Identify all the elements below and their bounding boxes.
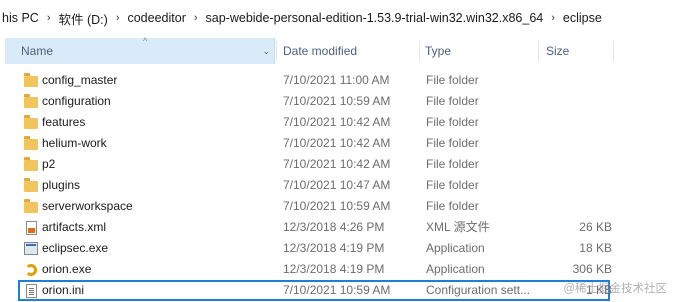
file-row[interactable]: configuration 7/10/2021 10:59 AM File fold… — [0, 91, 673, 112]
column-header-name[interactable]: ^ Name ⌄ — [5, 36, 275, 64]
file-type: File folder — [426, 157, 479, 171]
column-header-row: ^ Name ⌄ Date modified Type Size — [0, 36, 673, 64]
breadcrumb-separator-icon[interactable]: › — [41, 12, 57, 24]
file-size — [540, 196, 612, 217]
file-size — [540, 154, 612, 175]
folder-icon — [24, 115, 38, 129]
file-date-modified: 7/10/2021 10:42 AM — [283, 157, 391, 171]
file-row[interactable]: helium-work 7/10/2021 10:42 AM File folder — [0, 133, 673, 154]
file-type: File folder — [426, 178, 479, 192]
file-size: 18 KB — [579, 241, 612, 255]
selection-highlight-box — [18, 280, 610, 301]
column-header-date[interactable]: Date modified — [283, 38, 357, 64]
column-header-type-label: Type — [425, 44, 452, 58]
folder-icon — [24, 178, 38, 192]
file-name: orion.exe — [42, 262, 92, 276]
file-icon-cell — [22, 175, 40, 196]
file-type: File folder — [426, 136, 479, 150]
file-size: 306 KB — [572, 262, 612, 276]
file-size — [540, 175, 612, 196]
file-date-modified: 7/10/2021 10:42 AM — [283, 115, 391, 129]
file-name: helium-work — [42, 136, 107, 150]
breadcrumb-item[interactable]: 软件 (D:) — [57, 9, 110, 28]
file-name: config_master — [42, 73, 118, 87]
file-name: artifacts.xml — [42, 220, 107, 234]
file-name: plugins — [42, 178, 81, 192]
file-name: features — [42, 115, 86, 129]
column-header-size-label: Size — [546, 44, 570, 58]
column-divider[interactable] — [419, 41, 420, 61]
breadcrumb-item[interactable]: sap-webide-personal-edition-1.53.9-trial… — [204, 11, 546, 25]
folder-icon — [24, 73, 38, 87]
file-name: p2 — [42, 157, 56, 171]
file-type: File folder — [426, 115, 479, 129]
file-date-modified: 7/10/2021 10:47 AM — [283, 178, 391, 192]
column-header-name-label: Name — [21, 44, 54, 58]
file-size — [540, 91, 612, 112]
breadcrumb-item[interactable]: his PC — [0, 11, 41, 25]
sort-ascending-icon: ^ — [143, 36, 148, 46]
file-name: eclipsec.exe — [42, 241, 109, 255]
column-divider[interactable] — [538, 41, 539, 61]
file-type: File folder — [426, 73, 479, 87]
column-header-date-label: Date modified — [283, 44, 358, 58]
file-date-modified: 12/3/2018 4:26 PM — [283, 220, 385, 234]
file-size: 26 KB — [579, 220, 612, 234]
file-icon-cell — [22, 196, 40, 217]
file-date-modified: 7/10/2021 11:00 AM — [283, 73, 390, 87]
file-row[interactable]: p2 7/10/2021 10:42 AM File folder — [0, 154, 673, 175]
file-icon-cell — [22, 91, 40, 112]
file-icon-cell — [22, 259, 40, 280]
file-type: File folder — [426, 199, 479, 213]
file-row[interactable]: serverworkspace 7/10/2021 10:59 AM File fo… — [0, 196, 673, 217]
file-icon-cell — [22, 238, 40, 259]
column-header-size[interactable]: Size — [546, 38, 569, 64]
file-type: XML 源文件 — [426, 220, 490, 234]
breadcrumb-item[interactable]: codeeditor — [125, 11, 187, 25]
exe-icon — [24, 242, 38, 255]
file-date-modified: 7/10/2021 10:59 AM — [283, 94, 391, 108]
folder-icon — [24, 157, 38, 171]
file-icon-cell — [22, 133, 40, 154]
breadcrumb-item[interactable]: eclipse — [561, 11, 604, 25]
file-name: configuration — [42, 94, 111, 108]
column-divider[interactable] — [613, 41, 614, 61]
breadcrumb-separator-icon[interactable]: › — [110, 12, 126, 24]
file-date-modified: 12/3/2018 4:19 PM — [283, 241, 385, 255]
file-size — [540, 70, 612, 91]
file-date-modified: 12/3/2018 4:19 PM — [283, 262, 385, 276]
file-size — [540, 112, 612, 133]
file-row[interactable]: eclipsec.exe 12/3/2018 4:19 PM Application… — [0, 238, 673, 259]
file-size — [540, 133, 612, 154]
orion-exe-icon — [25, 263, 37, 276]
chevron-down-icon[interactable]: ⌄ — [262, 46, 270, 57]
file-icon-cell — [22, 70, 40, 91]
xml-file-icon — [25, 220, 37, 235]
file-type: File folder — [426, 94, 479, 108]
file-date-modified: 7/10/2021 10:59 AM — [283, 199, 391, 213]
file-row[interactable]: config_master 7/10/2021 11:00 AM File fold… — [0, 70, 673, 91]
file-type: Application — [426, 241, 485, 255]
folder-icon — [24, 136, 38, 150]
file-date-modified: 7/10/2021 10:42 AM — [283, 136, 391, 150]
file-row[interactable]: plugins 7/10/2021 10:47 AM File folder — [0, 175, 673, 196]
breadcrumb-separator-icon[interactable]: › — [188, 12, 204, 24]
watermark-text: @稀土掘金技术社区 — [563, 283, 667, 295]
folder-icon — [24, 199, 38, 213]
file-row[interactable]: features 7/10/2021 10:42 AM File folder — [0, 112, 673, 133]
file-icon-cell — [22, 154, 40, 175]
file-icon-cell — [22, 217, 40, 238]
folder-icon — [24, 94, 38, 108]
file-icon-cell — [22, 112, 40, 133]
column-divider[interactable] — [276, 41, 277, 61]
breadcrumb: his PC › 软件 (D:) › codeeditor › sap-webide-per… — [0, 0, 673, 36]
breadcrumb-separator-icon[interactable]: › — [545, 12, 561, 24]
file-row[interactable]: artifacts.xml 12/3/2018 4:26 PM XML 源文件 26 … — [0, 217, 673, 238]
file-name: serverworkspace — [42, 199, 133, 213]
file-row[interactable]: orion.exe 12/3/2018 4:19 PM Application 306… — [0, 259, 673, 280]
file-type: Application — [426, 262, 485, 276]
column-header-type[interactable]: Type — [425, 38, 451, 64]
